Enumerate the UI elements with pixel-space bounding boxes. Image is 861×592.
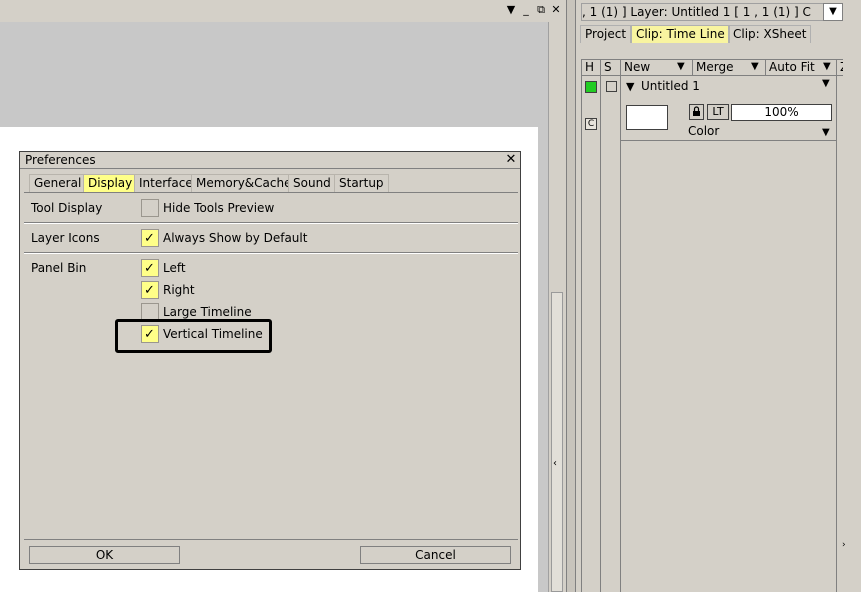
lt-button[interactable]: LT — [707, 104, 729, 120]
right-checkbox[interactable]: ✓ — [141, 281, 159, 299]
close-window-icon[interactable]: ✕ — [549, 0, 563, 20]
ok-button[interactable]: OK — [29, 546, 180, 564]
left-checkbox[interactable]: ✓ — [141, 259, 159, 277]
section-label-layer-icons: Layer Icons — [31, 231, 100, 245]
layer-menu-icon[interactable]: ▼ — [822, 78, 830, 89]
tab-memory-cache[interactable]: Memory&Cache — [191, 174, 297, 192]
autofit-dropdown[interactable]: Auto Fit ▼ — [765, 59, 836, 76]
merge-label: Merge — [696, 60, 734, 74]
dialog-title: Preferences — [20, 152, 520, 169]
divider — [581, 59, 582, 592]
hide-tools-preview-label: Hide Tools Preview — [163, 201, 275, 215]
chevron-down-icon: ▼ — [677, 61, 685, 72]
highlight-annotation — [115, 319, 272, 353]
blend-mode-select[interactable]: Color — [688, 124, 719, 138]
merge-dropdown[interactable]: Merge ▼ — [692, 59, 764, 76]
panel-info-bar: , 1 (1) ] Layer: Untitled 1 [ 1 , 1 (1) … — [581, 3, 843, 21]
divider — [24, 253, 518, 254]
column-header-s[interactable]: S — [601, 59, 620, 76]
divider — [620, 59, 621, 592]
chevron-down-icon: ▼ — [751, 61, 759, 72]
layer-thumbnail[interactable] — [626, 105, 668, 130]
divider — [24, 192, 518, 193]
column-header-z[interactable]: Z — [837, 59, 843, 76]
tab-startup[interactable]: Startup — [334, 174, 389, 192]
new-layer-dropdown[interactable]: New ▼ — [621, 59, 691, 76]
chevron-down-icon: ▼ — [823, 61, 831, 72]
right-label: Right — [163, 283, 195, 297]
chevron-down-icon[interactable]: ▼ — [822, 127, 830, 138]
expand-triangle-icon[interactable]: ▼ — [626, 80, 634, 93]
checkmark-icon: ✓ — [144, 231, 155, 246]
cancel-button[interactable]: Cancel — [360, 546, 511, 564]
minimize-icon[interactable]: _ — [519, 0, 533, 20]
solo-checkbox[interactable] — [606, 81, 617, 92]
divider — [836, 59, 837, 592]
tab-display[interactable]: Display — [83, 174, 138, 192]
always-show-by-default-checkbox[interactable]: ✓ — [141, 229, 159, 247]
large-timeline-label: Large Timeline — [163, 305, 252, 319]
tab-clip-xsheet[interactable]: Clip: XSheet — [728, 25, 812, 43]
tab-interface[interactable]: Interface — [134, 174, 198, 192]
opacity-field[interactable]: 100% — [731, 104, 832, 121]
hide-tools-preview-checkbox[interactable] — [141, 199, 159, 217]
always-show-by-default-label: Always Show by Default — [163, 231, 308, 245]
divider — [24, 223, 518, 224]
divider — [24, 539, 518, 540]
canvas-titlebar — [0, 0, 548, 22]
tab-project[interactable]: Project — [580, 25, 632, 43]
scroll-arrow-icon[interactable]: › — [842, 540, 846, 550]
left-label: Left — [163, 261, 186, 275]
scrollbar-thumb[interactable] — [551, 292, 563, 592]
tab-clip-timeline[interactable]: Clip: Time Line — [631, 25, 730, 43]
tab-sound[interactable]: Sound — [288, 174, 336, 192]
collapse-arrow-icon[interactable]: ‹ — [553, 458, 557, 469]
restore-icon[interactable]: ⧉ — [534, 0, 548, 20]
autofit-label: Auto Fit — [769, 60, 815, 74]
new-label: New — [624, 60, 651, 74]
panel-menu-icon[interactable]: ▼ — [823, 3, 843, 21]
close-icon[interactable]: ✕ — [503, 152, 519, 168]
camera-badge[interactable]: C — [585, 118, 597, 130]
lock-glyph — [693, 106, 700, 116]
section-label-panel-bin: Panel Bin — [31, 261, 87, 275]
layer-separator — [621, 140, 836, 141]
checkmark-icon: ✓ — [144, 261, 155, 276]
divider — [600, 59, 601, 592]
layer-color-swatch[interactable] — [585, 81, 597, 93]
lock-icon[interactable] — [689, 104, 704, 120]
column-header-h[interactable]: H — [582, 59, 600, 76]
section-label-tool-display: Tool Display — [31, 201, 103, 215]
tab-general[interactable]: General — [29, 174, 87, 192]
layer-name[interactable]: Untitled 1 — [641, 79, 700, 93]
checkmark-icon: ✓ — [144, 283, 155, 298]
panel-splitter[interactable] — [566, 0, 576, 592]
window-menu-icon[interactable]: ▼ — [504, 0, 518, 20]
